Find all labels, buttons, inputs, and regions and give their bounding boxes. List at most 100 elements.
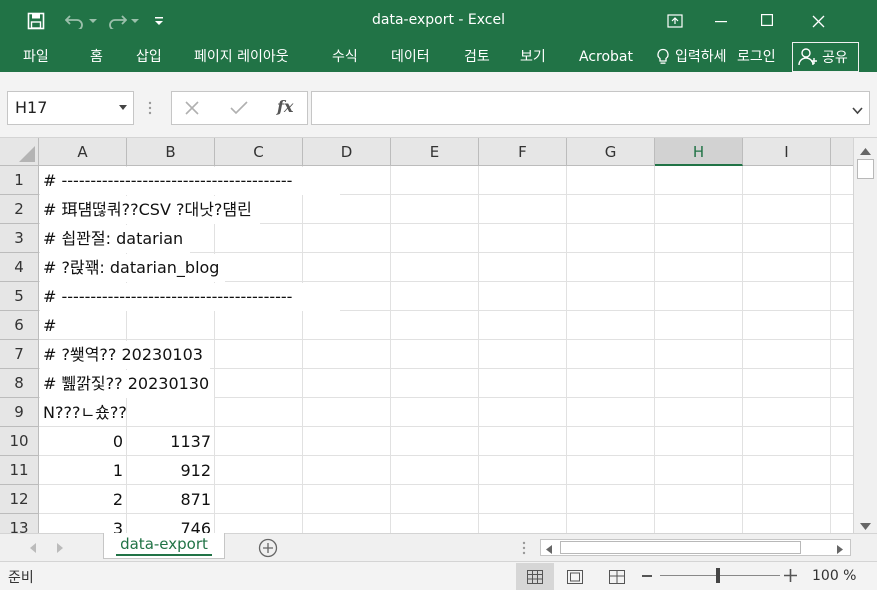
ribbon-display-options-icon[interactable] [652,0,698,42]
row-header-2[interactable]: 2 [0,195,39,224]
column-header-d[interactable]: D [303,138,391,166]
row-header-7[interactable]: 7 [0,340,39,369]
column-header-b[interactable]: B [127,138,215,166]
resize-handle[interactable] [148,101,152,115]
customize-toolbar-icon[interactable] [152,9,166,33]
save-icon[interactable] [24,9,48,33]
prev-sheet-icon[interactable] [30,542,36,557]
worksheet-grid[interactable]: A B C D E F G H I 1 2 3 4 5 6 7 8 9 10 1… [0,138,853,533]
formula-input[interactable] [311,91,870,125]
cell-a10[interactable]: 0 [40,428,123,456]
insert-function-icon[interactable]: fx [277,97,293,116]
tab-page-layout[interactable]: 페이지 레이아웃 [194,47,289,67]
vertical-scroll-thumb[interactable] [857,159,874,179]
sheet-tab-bar: data-export [0,533,877,561]
cell-a2[interactable]: # 珥덈떦쿼??CSV ?대낫?덈린 [43,196,252,224]
page-break-view-icon[interactable] [598,563,636,590]
tab-home[interactable]: 홈 [90,47,103,67]
cell-b12[interactable]: 871 [128,486,211,514]
zoom-slider-thumb[interactable] [716,568,720,583]
undo-icon[interactable] [62,9,88,33]
next-sheet-icon[interactable] [57,542,63,557]
scroll-left-icon[interactable] [546,543,552,558]
tab-review[interactable]: 검토 [464,47,490,67]
name-box-dropdown-icon[interactable] [119,105,127,110]
row-header-13[interactable]: 13 [0,514,39,533]
cell-a8[interactable]: # 쀒깕짗?? 20230130 [43,370,209,398]
row-header-9[interactable]: 9 [0,398,39,427]
row-header-12[interactable]: 12 [0,485,39,514]
tab-data[interactable]: 데이터 [391,47,430,67]
tell-me-search[interactable]: 입력하세 [656,47,728,67]
zoom-level[interactable]: 100 % [812,568,856,584]
login-link[interactable]: 로그인 [737,47,776,67]
status-ready: 준비 [8,570,34,586]
tab-insert[interactable]: 삽입 [136,47,162,67]
row-header-1[interactable]: 1 [0,166,39,195]
column-header-c[interactable]: C [215,138,303,166]
cancel-icon[interactable] [185,101,199,119]
row-header-11[interactable]: 11 [0,456,39,485]
column-header-g[interactable]: G [567,138,655,166]
minimize-icon[interactable] [698,0,744,42]
scroll-right-icon[interactable] [837,543,843,558]
horizontal-scroll-thumb[interactable] [560,541,801,554]
cell-a12[interactable]: 2 [40,486,123,514]
tab-view[interactable]: 보기 [520,47,546,67]
enter-icon[interactable] [230,101,248,119]
cell-a11[interactable]: 1 [40,457,123,485]
cell-a7[interactable]: # ?쐦역?? 20230103 [43,341,203,369]
cell-a13[interactable]: 3 [40,515,123,533]
cell-b10[interactable]: 1137 [128,428,211,456]
cell-b13[interactable]: 746 [128,515,211,533]
status-bar: 준비 100 % [0,561,877,590]
tab-formulas[interactable]: 수식 [332,47,358,67]
row-header-5[interactable]: 5 [0,282,39,311]
cell-a5[interactable]: # --------------------------------------… [43,283,292,311]
cell-a6[interactable]: # [43,312,56,340]
column-header-h[interactable]: H [655,138,743,166]
share-button[interactable]: 공유 [792,42,859,72]
zoom-slider[interactable] [660,575,780,576]
cell-a1[interactable]: # --------------------------------------… [43,167,292,195]
name-box[interactable]: H17 [7,91,134,125]
select-all-icon [19,146,35,162]
normal-view-icon[interactable] [516,563,554,590]
zoom-out-icon[interactable] [642,575,652,577]
scroll-up-icon[interactable] [860,144,871,159]
horizontal-scrollbar[interactable] [540,539,851,556]
column-header-a[interactable]: A [39,138,127,166]
sheet-tab-data-export[interactable]: data-export [103,533,225,559]
cell-a9[interactable]: N???ㄴ숐?? [43,399,127,427]
vertical-scrollbar[interactable] [853,138,877,533]
select-all-corner[interactable] [0,138,39,166]
maximize-icon[interactable] [744,0,790,40]
redo-dropdown-icon[interactable] [130,9,140,33]
page-layout-view-icon[interactable] [556,563,594,590]
column-header-e[interactable]: E [391,138,479,166]
tell-me-label: 입력하세 [675,49,727,65]
undo-dropdown-icon[interactable] [88,9,98,33]
column-header-f[interactable]: F [479,138,567,166]
person-icon [798,47,818,67]
tab-acrobat[interactable]: Acrobat [579,47,633,67]
column-header-j-partial[interactable] [831,138,853,166]
row-header-8[interactable]: 8 [0,369,39,398]
row-header-3[interactable]: 3 [0,224,39,253]
row-header-4[interactable]: 4 [0,253,39,282]
scroll-down-icon[interactable] [860,519,871,534]
tab-file[interactable]: 파일 [23,47,49,67]
row-header-6[interactable]: 6 [0,311,39,340]
new-sheet-icon[interactable] [258,538,278,562]
row-header-10[interactable]: 10 [0,427,39,456]
column-header-i[interactable]: I [743,138,831,166]
ribbon-tabs: 파일 홈 삽입 페이지 레이아웃 수식 데이터 검토 보기 Acrobat 입력… [0,42,877,72]
cell-a3[interactable]: # 쇱꽌절: datarian [43,225,183,253]
zoom-in-icon[interactable] [784,569,797,586]
redo-icon[interactable] [104,9,130,33]
expand-formula-bar-icon[interactable] [852,104,863,119]
close-icon[interactable] [795,0,841,42]
cell-b11[interactable]: 912 [128,457,211,485]
tab-split-handle[interactable] [522,541,526,559]
cell-a4[interactable]: # ?랁꽦: datarian_blog [43,254,219,282]
